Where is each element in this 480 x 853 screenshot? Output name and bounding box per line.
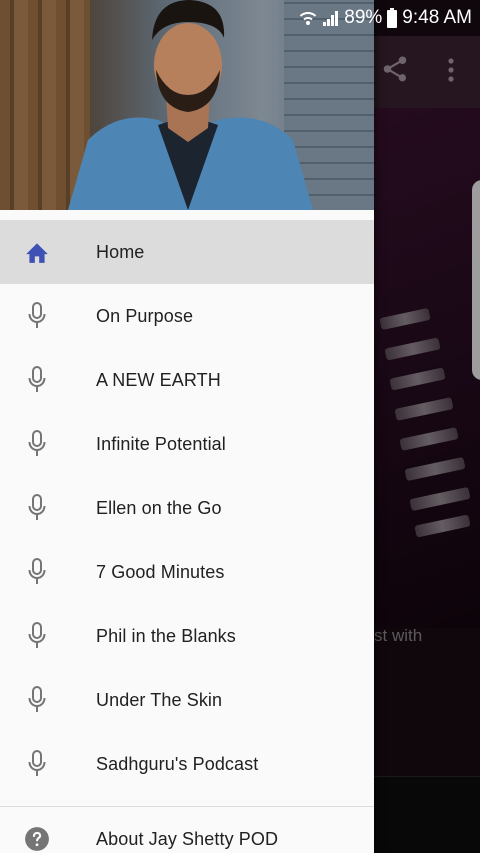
mic-icon: [24, 366, 50, 393]
menu-label: A NEW EARTH: [96, 369, 221, 390]
menu-item-a-new-earth[interactable]: A NEW EARTH: [0, 348, 374, 412]
menu-item-under-the-skin[interactable]: Under The Skin: [0, 668, 374, 732]
menu-item-on-purpose[interactable]: On Purpose: [0, 284, 374, 348]
mic-icon: [24, 622, 50, 649]
menu-label: Infinite Potential: [96, 433, 226, 454]
menu-item-phil-in-the-blanks[interactable]: Phil in the Blanks: [0, 604, 374, 668]
mic-icon: [24, 302, 50, 329]
menu-item-7-good-minutes[interactable]: 7 Good Minutes: [0, 540, 374, 604]
status-time: 9:48 AM: [402, 7, 472, 28]
mic-icon: [24, 494, 50, 521]
mic-icon: [24, 558, 50, 585]
menu-item-sadhgurus-podcast[interactable]: Sadhguru's Podcast: [0, 732, 374, 796]
menu-label: Ellen on the Go: [96, 497, 222, 518]
mic-icon: [24, 750, 50, 777]
battery-icon: [386, 8, 398, 28]
menu-label: About Jay Shetty POD: [96, 828, 279, 849]
wifi-icon: [298, 8, 318, 28]
menu-label: Home: [96, 241, 145, 262]
drawer-menu: Home On Purpose A NEW EARTH Infinite Pot…: [0, 220, 374, 796]
home-icon: [24, 239, 50, 265]
menu-label: Under The Skin: [96, 689, 223, 710]
battery-percentage: 89%: [344, 7, 383, 28]
status-bar: 89% 9:48 AM: [0, 0, 480, 36]
signal-icon: [322, 9, 340, 27]
menu-item-home[interactable]: Home: [0, 220, 374, 284]
navigation-drawer: Home On Purpose A NEW EARTH Infinite Pot…: [0, 0, 374, 853]
menu-item-about[interactable]: About Jay Shetty POD: [0, 807, 374, 853]
menu-label: On Purpose: [96, 305, 194, 326]
menu-item-ellen-on-the-go[interactable]: Ellen on the Go: [0, 476, 374, 540]
help-icon: [24, 826, 50, 852]
mic-icon: [24, 430, 50, 457]
menu-label: 7 Good Minutes: [96, 561, 225, 582]
mic-icon: [24, 686, 50, 713]
menu-item-infinite-potential[interactable]: Infinite Potential: [0, 412, 374, 476]
menu-label: Sadhguru's Podcast: [96, 753, 259, 774]
menu-label: Phil in the Blanks: [96, 625, 236, 646]
